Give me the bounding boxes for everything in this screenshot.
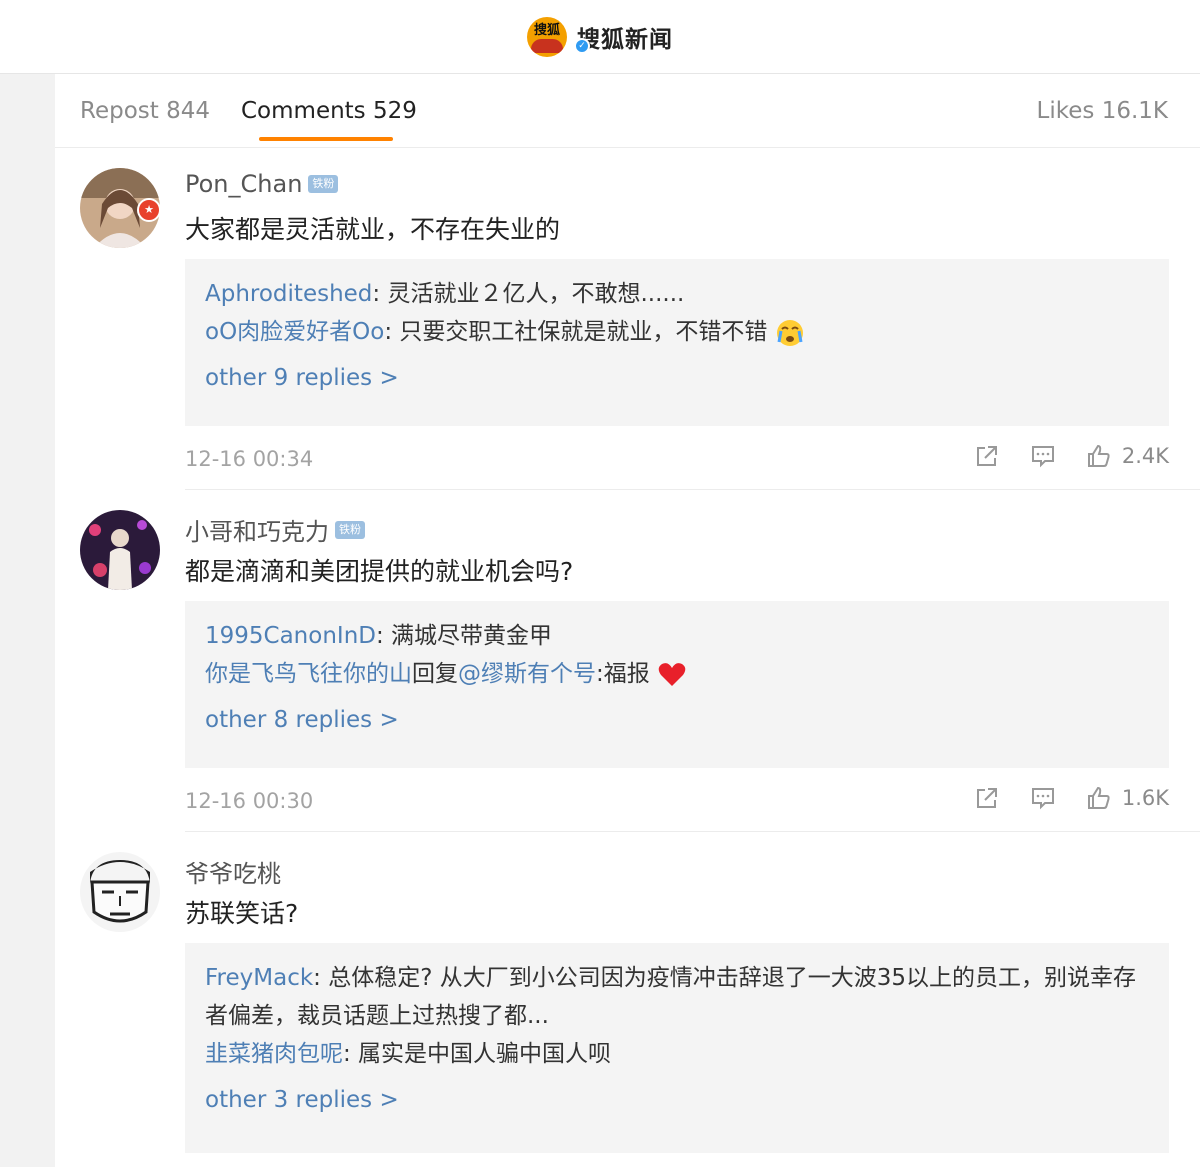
comment-text: 都是滴滴和美团提供的就业机会吗?: [185, 557, 574, 586]
app-header: 搜狐 搜狐新闻: [0, 0, 1200, 74]
username[interactable]: 小哥和巧克力: [185, 512, 329, 547]
comment-item: 爷爷吃桃 苏联笑话? FreyMack: 总体稳定? 从大厂到小公司因为疫情冲击…: [55, 832, 1200, 1167]
like-count: 2.4K: [1121, 444, 1169, 468]
reply-mention[interactable]: @缪斯有个号: [458, 661, 596, 687]
reply-text: : 灵活就业２亿人，不敢想......: [372, 281, 685, 307]
reply-username[interactable]: oO肉脸爱好者Oo: [205, 319, 384, 345]
reply-text: 回复: [412, 661, 458, 687]
fan-badge: 铁粉: [308, 175, 339, 193]
more-replies-link[interactable]: other 9 replies >: [205, 363, 1149, 393]
reply-username[interactable]: 韭菜猪肉包呢: [205, 1041, 343, 1067]
comment-meta: 12-16 00:34 2.4K: [185, 443, 1169, 477]
reply-text: : 总体稳定? 从大厂到小公司因为疫情冲击辞退了一大波35以上的员工，别说幸存者…: [205, 965, 1137, 1029]
logo-lettering: 搜狐: [533, 22, 560, 38]
share-icon[interactable]: [974, 785, 1000, 811]
tab-comments[interactable]: Comments 529: [241, 98, 417, 124]
user-row: 爷爷吃桃: [185, 854, 281, 889]
tab-likes[interactable]: Likes 16.1K: [1037, 98, 1168, 124]
thumbs-up-icon[interactable]: [1086, 443, 1112, 469]
fan-badge: 铁粉: [335, 520, 365, 539]
action-bar: 1.6K: [944, 785, 1169, 811]
comment-icon[interactable]: [1030, 785, 1056, 811]
brand-name: 搜狐新闻: [577, 26, 673, 53]
vip-badge-icon: ★: [137, 198, 161, 222]
reply-text: :福报: [596, 661, 650, 687]
comment-icon[interactable]: [1030, 443, 1056, 469]
comment-meta: 12-16 00:30 1.6K: [185, 785, 1169, 819]
reply-preview-box: 1995CanonInD: 满城尽带黄金甲 你是飞鸟飞往你的山回复@缪斯有个号:…: [185, 601, 1169, 768]
reply-username[interactable]: 你是飞鸟飞往你的山: [205, 661, 412, 687]
action-bar: 2.4K: [944, 443, 1169, 469]
red-heart-icon: [658, 662, 686, 686]
timestamp: 12-16 00:30: [185, 789, 314, 813]
more-replies-link[interactable]: other 8 replies >: [205, 705, 1149, 735]
username[interactable]: Pon_Chan: [185, 170, 302, 198]
reply-item: FreyMack: 总体稳定? 从大厂到小公司因为疫情冲击辞退了一大波35以上的…: [205, 959, 1149, 1035]
timestamp: 12-16 00:34: [185, 447, 314, 471]
reply-item: 韭菜猪肉包呢: 属实是中国人骗中国人呗: [205, 1035, 1149, 1073]
avatar[interactable]: [80, 510, 160, 590]
comment-item: ★ Pon_Chan 铁粉 大家都是灵活就业，不存在失业的 Aphrodites…: [55, 148, 1200, 490]
reply-item: Aphroditeshed: 灵活就业２亿人，不敢想......: [205, 275, 1149, 313]
tab-bar: Repost 844 Comments 529 Likes 16.1K: [55, 74, 1200, 148]
reply-preview-box: Aphroditeshed: 灵活就业２亿人，不敢想...... oO肉脸爱好者…: [185, 259, 1169, 426]
verified-icon: ✓: [574, 38, 590, 54]
comment-text: 大家都是灵活就业，不存在失业的: [185, 215, 561, 244]
reply-username[interactable]: FreyMack: [205, 965, 313, 991]
more-replies-link[interactable]: other 3 replies >: [205, 1085, 1149, 1115]
avatar[interactable]: [80, 852, 160, 932]
active-tab-indicator: [259, 137, 393, 141]
reply-username[interactable]: Aphroditeshed: [205, 281, 372, 307]
reply-preview-box: FreyMack: 总体稳定? 从大厂到小公司因为疫情冲击辞退了一大波35以上的…: [185, 943, 1169, 1153]
comment-item: 小哥和巧克力 铁粉 都是滴滴和美团提供的就业机会吗? 1995CanonInD:…: [55, 490, 1200, 832]
reply-text: : 满城尽带黄金甲: [375, 623, 553, 649]
reply-item: oO肉脸爱好者Oo: 只要交职工社保就是就业，不错不错: [205, 313, 1149, 351]
comment-text: 苏联笑话?: [185, 899, 299, 928]
comments-panel: Repost 844 Comments 529 Likes 16.1K ★ Po…: [55, 74, 1200, 1167]
logo-mountain-shape: [531, 38, 563, 53]
username[interactable]: 爷爷吃桃: [185, 854, 281, 889]
reply-item: 1995CanonInD: 满城尽带黄金甲: [205, 617, 1149, 655]
user-row: Pon_Chan 铁粉: [185, 170, 339, 198]
reply-text: : 只要交职工社保就是就业，不错不错: [384, 319, 768, 345]
reply-text: : 属实是中国人骗中国人呗: [343, 1041, 612, 1067]
crying-face-icon: [776, 319, 803, 346]
tab-repost[interactable]: Repost 844: [80, 98, 210, 124]
reply-item: 你是飞鸟飞往你的山回复@缪斯有个号:福报: [205, 655, 1149, 693]
user-row: 小哥和巧克力 铁粉: [185, 512, 365, 547]
thumbs-up-icon[interactable]: [1086, 785, 1112, 811]
share-icon[interactable]: [974, 443, 1000, 469]
sohu-news-logo: 搜狐: [527, 16, 567, 57]
like-count: 1.6K: [1121, 786, 1169, 810]
reply-username[interactable]: 1995CanonInD: [205, 623, 376, 649]
